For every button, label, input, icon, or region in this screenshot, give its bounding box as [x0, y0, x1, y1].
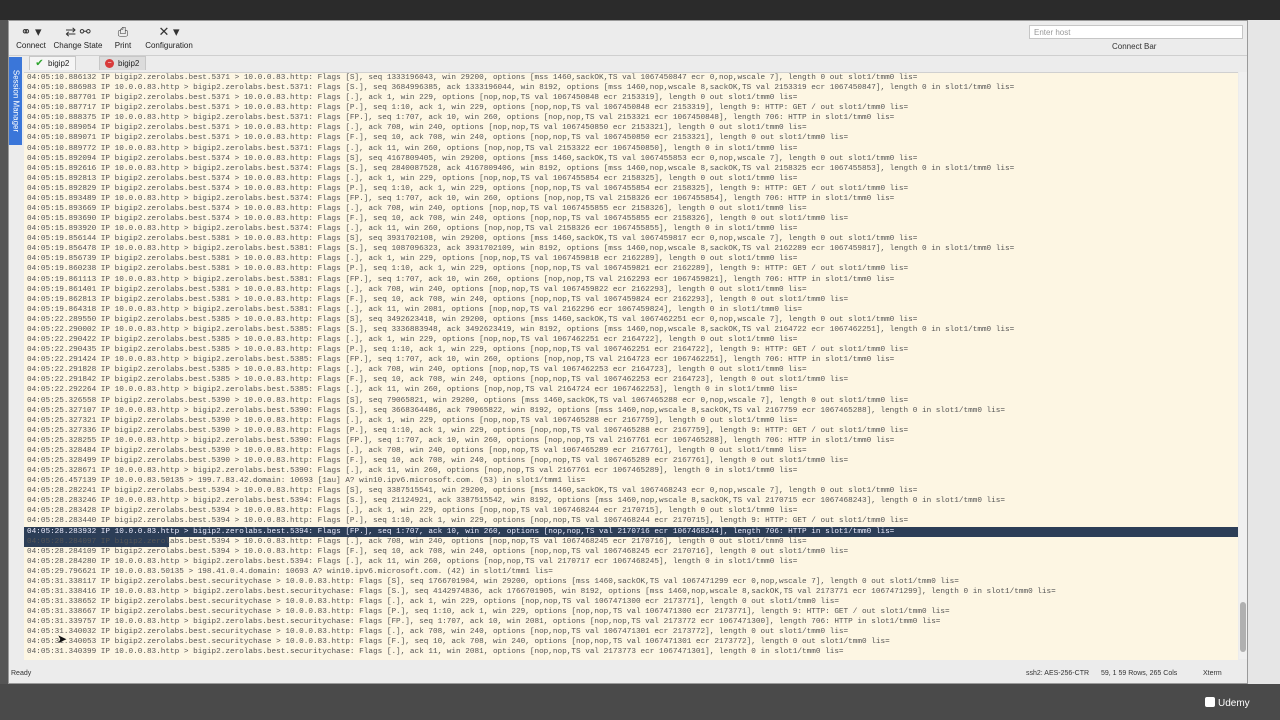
status-bar: Ready ssh2: AES-256-CTR 59, 1 59 Rows, 2…: [9, 666, 1247, 683]
terminal-line: 04:05:19.861113 IP 10.0.0.83.http > bigi…: [27, 275, 895, 284]
terminal-line: 04:05:28.283246 IP 10.0.0.83.http > bigi…: [27, 497, 1006, 506]
terminal-line: 04:05:19.860238 IP bigip2.zerolabs.best.…: [27, 265, 909, 274]
scrollbar-thumb[interactable]: [1240, 602, 1246, 652]
terminal-line: 04:05:31.338416 IP 10.0.0.83.http > bigi…: [27, 587, 1056, 596]
configuration-label: Configuration: [145, 41, 193, 50]
link-icon: ⚭ ▾: [20, 24, 42, 39]
terminal-line: 04:05:31.338117 IP bigip2.zerolabs.best.…: [27, 577, 959, 586]
terminal-line: 04:05:19.861401 IP bigip2.zerolabs.best.…: [27, 285, 807, 294]
tools-icon: ✕ ▾: [158, 24, 180, 39]
terminal-line: 04:05:25.327107 IP 10.0.0.83.http > bigi…: [27, 406, 1006, 415]
desktop-background-bottom: [0, 684, 1280, 720]
mouse-pointer-icon: ➤: [57, 632, 68, 646]
terminal-line: 04:05:31.340032 IP bigip2.zerolabs.best.…: [27, 628, 849, 637]
tab-bigip2-connected[interactable]: ✔ bigip2: [29, 56, 77, 70]
terminal-line: 04:05:25.328499 IP bigip2.zerolabs.best.…: [27, 456, 849, 465]
host-input[interactable]: [1029, 25, 1243, 39]
terminal-line: 04:05:22.291842 IP bigip2.zerolabs.best.…: [27, 376, 849, 385]
terminal-line: 04:05:15.892829 IP bigip2.zerolabs.best.…: [27, 184, 909, 193]
terminal-line: 04:05:28.284280 IP 10.0.0.83.http > bigi…: [27, 557, 798, 566]
terminal-line: 04:05:15.893669 IP bigip2.zerolabs.best.…: [27, 205, 807, 214]
change-state-icon: ⇄ ⚯: [65, 24, 91, 39]
cipher-info: ssh2: AES-256-CTR: [1026, 670, 1090, 677]
terminal-line: 04:05:28.283428 IP bigip2.zerolabs.best.…: [27, 507, 798, 516]
change-state-label: Change State: [53, 41, 103, 50]
session-manager-label: Session Manager: [11, 69, 20, 133]
terminal-line: 04:05:31.340399 IP 10.0.0.83.http > bigi…: [27, 648, 844, 657]
terminal-line: 04:05:25.328255 IP 10.0.0.83.http > bigi…: [27, 436, 895, 445]
configuration-button[interactable]: ✕ ▾ Configuration: [141, 23, 197, 53]
terminal-line: 04:05:25.328671 IP 10.0.0.83.http > bigi…: [27, 467, 798, 476]
terminal-line: 04:05:10.886983 IP 10.0.0.83.http > bigi…: [27, 84, 1015, 93]
terminal-scrollbar[interactable]: [1239, 72, 1247, 659]
tab-bigip2-disconnected[interactable]: − bigip2: [99, 56, 147, 70]
connect-bar-label: Connect Bar: [1112, 42, 1157, 51]
toolbar: ⚭ ▾ Connect ⇄ ⚯ Change State ⎙ Print ✕ ▾…: [9, 21, 1247, 56]
terminal-type: Xterm: [1203, 670, 1222, 677]
terminal-line: 04:05:28.282241 IP bigip2.zerolabs.best.…: [27, 487, 918, 496]
change-state-button[interactable]: ⇄ ⚯ Change State: [51, 23, 105, 53]
brand-watermark: Udemy: [1205, 697, 1250, 709]
terminal-line: 04:05:10.888375 IP 10.0.0.83.http > bigi…: [27, 114, 895, 123]
connect-label: Connect: [16, 41, 46, 50]
check-icon: ✔: [35, 58, 44, 69]
terminal-line: 04:05:19.864318 IP 10.0.0.83.http > bigi…: [27, 305, 803, 314]
terminal-output[interactable]: 04:05:10.886132 IP bigip2.zerolabs.best.…: [24, 72, 1238, 660]
terminal-line: 04:05:15.892616 IP 10.0.0.83.http > bigi…: [27, 164, 1015, 173]
cursor-position: 59, 1 59 Rows, 265 Cols: [1101, 670, 1178, 677]
terminal-line: 04:05:22.290422 IP bigip2.zerolabs.best.…: [27, 336, 798, 345]
terminal-line: 04:05:28.284109 IP bigip2.zerolabs.best.…: [27, 547, 849, 556]
print-button[interactable]: ⎙ Print: [109, 23, 137, 53]
connect-button[interactable]: ⚭ ▾ Connect: [13, 23, 49, 53]
brand-label: Udemy: [1218, 698, 1250, 709]
terminal-line: 04:05:19.856478 IP 10.0.0.83.http > bigi…: [27, 245, 1015, 254]
terminal-line: 04:05:22.290002 IP 10.0.0.83.http > bigi…: [27, 325, 1015, 334]
terminal-line: 04:05:31.338667 IP bigip2.zerolabs.best.…: [27, 608, 950, 617]
terminal-line: 04:05:19.856739 IP bigip2.zerolabs.best.…: [27, 255, 798, 264]
status-text: Ready: [11, 670, 32, 677]
terminal-line: 04:05:10.889054 IP bigip2.zerolabs.best.…: [27, 124, 807, 133]
terminal-line: 04:05:28.283932 IP 10.0.0.83.http > bigi…: [24, 526, 1238, 537]
terminal-line: 04:05:28.284097 IP bigip2.zerolabs.best.…: [24, 536, 1238, 547]
terminal-line: 04:05:26.457139 IP 10.0.0.83.50135 > 199…: [27, 477, 586, 486]
terminal-line: 04:05:10.889071 IP bigip2.zerolabs.best.…: [27, 134, 849, 143]
terminal-line: 04:05:15.892094 IP bigip2.zerolabs.best.…: [27, 154, 918, 163]
terminal-line: 04:05:15.893920 IP 10.0.0.83.http > bigi…: [27, 225, 798, 234]
desktop-background-right: [1248, 20, 1280, 720]
terminal-line: 04:05:31.340053 IP bigip2.zerolabs.best.…: [27, 638, 890, 647]
terminal-line: 04:05:22.292264 IP 10.0.0.83.http > bigi…: [27, 386, 798, 395]
terminal-line: 04:05:22.291828 IP bigip2.zerolabs.best.…: [27, 366, 807, 375]
session-tabs: ✔ bigip2 − bigip2: [29, 56, 1247, 70]
ssh-client-window: ⚭ ▾ Connect ⇄ ⚯ Change State ⎙ Print ✕ ▾…: [8, 20, 1248, 684]
terminal-line: 04:05:19.856144 IP bigip2.zerolabs.best.…: [27, 235, 918, 244]
terminal-line: 04:05:31.338652 IP bigip2.zerolabs.best.…: [27, 598, 839, 607]
session-manager-tab[interactable]: Session Manager: [9, 57, 22, 145]
print-label: Print: [114, 41, 132, 50]
terminal-line: 04:05:28.283440 IP bigip2.zerolabs.best.…: [27, 517, 909, 526]
printer-icon: ⎙: [117, 24, 129, 39]
terminal-line: 04:05:19.862813 IP bigip2.zerolabs.best.…: [27, 295, 849, 304]
terminal-line: 04:05:25.328484 IP bigip2.zerolabs.best.…: [27, 446, 807, 455]
tab-label: bigip2: [48, 59, 70, 68]
terminal-line: 04:05:15.893489 IP 10.0.0.83.http > bigi…: [27, 194, 895, 203]
terminal-line: 04:05:25.327321 IP bigip2.zerolabs.best.…: [27, 416, 798, 425]
os-menu-bar: [0, 0, 1280, 20]
terminal-line: 04:05:25.327336 IP bigip2.zerolabs.best.…: [27, 426, 909, 435]
disconnected-icon: −: [105, 59, 114, 68]
terminal-line: 04:05:31.339757 IP 10.0.0.83.http > bigi…: [27, 618, 941, 627]
terminal-line: 04:05:22.290435 IP bigip2.zerolabs.best.…: [27, 346, 909, 355]
desktop-background-left: [0, 20, 8, 720]
terminal-line: 04:05:15.892813 IP bigip2.zerolabs.best.…: [27, 174, 798, 183]
terminal-line: 04:05:10.887701 IP bigip2.zerolabs.best.…: [27, 94, 798, 103]
tab-label: bigip2: [118, 59, 140, 68]
terminal-line: 04:05:10.889772 IP 10.0.0.83.http > bigi…: [27, 144, 798, 153]
udemy-logo-icon: [1205, 697, 1215, 707]
terminal-line: 04:05:29.796621 IP 10.0.0.83.50135 > 198…: [27, 567, 553, 576]
terminal-line: 04:05:25.326558 IP bigip2.zerolabs.best.…: [27, 396, 909, 405]
terminal-line: 04:05:15.893690 IP bigip2.zerolabs.best.…: [27, 215, 849, 224]
terminal-line: 04:05:10.886132 IP bigip2.zerolabs.best.…: [27, 74, 918, 82]
terminal-line: 04:05:22.289550 IP bigip2.zerolabs.best.…: [27, 315, 918, 324]
terminal-line: 04:05:22.291424 IP 10.0.0.83.http > bigi…: [27, 356, 895, 365]
terminal-line: 04:05:10.887717 IP bigip2.zerolabs.best.…: [27, 104, 909, 113]
